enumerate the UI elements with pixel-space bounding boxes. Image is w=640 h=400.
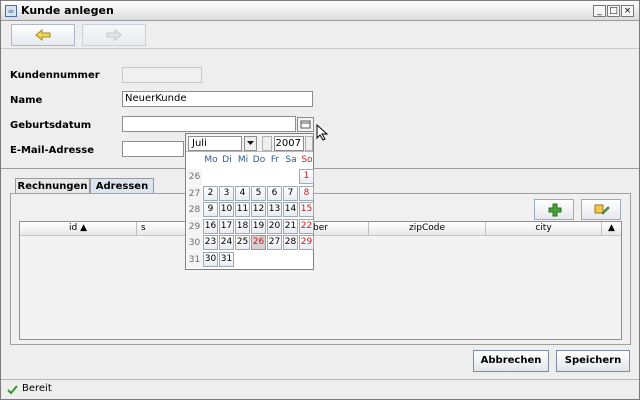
java-app-icon: ☕ — [5, 5, 17, 17]
day-button[interactable]: 9 — [203, 202, 218, 217]
edit-address-icon — [594, 204, 610, 215]
navigation-toolbar — [1, 21, 639, 49]
chevron-down-icon — [247, 141, 254, 145]
weekday-mi: Mi — [237, 155, 249, 165]
day-button[interactable]: 14 — [283, 202, 298, 217]
week-number: 26 — [187, 169, 202, 185]
minimize-button[interactable]: _ — [593, 5, 606, 17]
day-button[interactable]: 3 — [219, 185, 234, 201]
form-separator — [1, 168, 639, 169]
weekday-do: Do — [252, 155, 266, 165]
day-button[interactable]: 8 — [299, 185, 314, 201]
day-button[interactable]: 18 — [235, 218, 250, 234]
day-button[interactable]: 28 — [283, 235, 298, 250]
weekday-so: So — [301, 155, 313, 165]
weekday-di: Di — [222, 155, 232, 165]
week-number: 30 — [187, 235, 202, 251]
window-title: Kunde anlegen — [21, 4, 114, 17]
birthdate-field[interactable] — [122, 116, 296, 132]
day-button[interactable]: 21 — [283, 218, 298, 234]
day-button[interactable]: 12 — [251, 202, 266, 217]
day-button[interactable]: 17 — [219, 218, 234, 234]
day-button[interactable]: 4 — [235, 185, 250, 201]
week-number: 29 — [187, 218, 202, 235]
day-button[interactable]: 15 — [299, 202, 314, 217]
customer-number-field[interactable] — [122, 67, 202, 83]
check-icon — [7, 385, 18, 395]
day-button[interactable]: 10 — [219, 202, 234, 217]
date-picker-header: Juli 2007 — [186, 134, 313, 152]
day-button[interactable]: 22 — [299, 218, 314, 234]
status-bar: Bereit — [1, 379, 639, 399]
email-field[interactable] — [122, 141, 184, 157]
weekday-fr: Fr — [270, 155, 280, 165]
calendar-icon — [300, 120, 311, 129]
year-spinner[interactable] — [305, 136, 313, 151]
arrow-left-icon — [35, 29, 51, 41]
day-button[interactable]: 27 — [267, 235, 282, 250]
edit-address-button[interactable] — [581, 199, 621, 220]
weekday-sa: Sa — [285, 155, 297, 165]
addresses-table[interactable]: id ▲ s ber zipCode city ▲ — [19, 221, 622, 340]
forward-button[interactable] — [82, 24, 146, 46]
save-button[interactable]: Speichern — [556, 350, 630, 372]
column-zipcode[interactable]: zipCode — [369, 222, 486, 236]
column-id[interactable]: id ▲ — [20, 222, 137, 236]
plus-icon — [548, 203, 562, 217]
day-button[interactable]: 1 — [299, 169, 314, 184]
day-button[interactable]: 25 — [235, 235, 250, 250]
add-address-button[interactable] — [534, 199, 574, 220]
birthdate-label: Geburtsdatum — [10, 120, 92, 131]
month-dropdown-button[interactable] — [244, 136, 257, 151]
mouse-cursor-icon — [316, 124, 328, 141]
customer-window: ☕ Kunde anlegen _ □ × Kundennummer Name … — [0, 0, 640, 400]
cancel-button[interactable]: Abbrechen — [473, 350, 549, 372]
calendar-button[interactable] — [297, 117, 314, 132]
day-button[interactable]: 5 — [251, 185, 266, 201]
maximize-button[interactable]: □ — [607, 5, 620, 17]
arrow-right-icon — [106, 29, 122, 41]
customer-number-label: Kundennummer — [10, 70, 100, 81]
day-button[interactable]: 24 — [219, 235, 234, 250]
day-button[interactable]: 11 — [235, 202, 250, 217]
date-picker-popup[interactable]: Juli 2007 Mo Di Mi Do Fr Sa So 26 1 27 2 3 4 5 6 7 8 28 9 1… — [185, 133, 314, 270]
day-button[interactable]: 23 — [203, 235, 218, 250]
day-button[interactable]: 7 — [283, 185, 298, 201]
day-button[interactable]: 30 — [203, 251, 218, 267]
week-number: 28 — [187, 202, 202, 218]
day-button[interactable]: 20 — [267, 218, 282, 234]
column-menu-button[interactable]: ▲ — [602, 222, 621, 236]
week-number: 27 — [187, 185, 202, 202]
day-button[interactable]: 29 — [299, 235, 314, 250]
close-button[interactable]: × — [621, 5, 634, 17]
year-field[interactable]: 2007 — [274, 136, 304, 151]
status-text: Bereit — [22, 383, 52, 394]
month-select[interactable]: Juli — [188, 136, 242, 151]
name-field[interactable]: NeuerKunde — [122, 91, 313, 107]
column-city[interactable]: city — [486, 222, 602, 236]
week-number: 31 — [187, 251, 202, 268]
day-button[interactable]: 26 — [251, 235, 266, 250]
month-spinner[interactable] — [262, 136, 272, 151]
tab-rechnungen[interactable]: Rechnungen — [15, 178, 90, 194]
day-button[interactable]: 6 — [267, 185, 282, 201]
table-header: id ▲ s ber zipCode city ▲ — [20, 222, 621, 236]
day-button[interactable]: 16 — [203, 218, 218, 234]
email-label: E-Mail-Adresse — [10, 145, 94, 156]
day-button[interactable]: 19 — [251, 218, 266, 234]
day-button[interactable]: 2 — [203, 185, 218, 201]
back-button[interactable] — [11, 24, 75, 46]
day-button[interactable]: 31 — [219, 251, 234, 267]
title-bar[interactable]: ☕ Kunde anlegen _ □ × — [1, 1, 639, 21]
day-button[interactable]: 13 — [267, 202, 282, 217]
name-label: Name — [10, 95, 43, 106]
weekday-mo: Mo — [204, 155, 218, 165]
